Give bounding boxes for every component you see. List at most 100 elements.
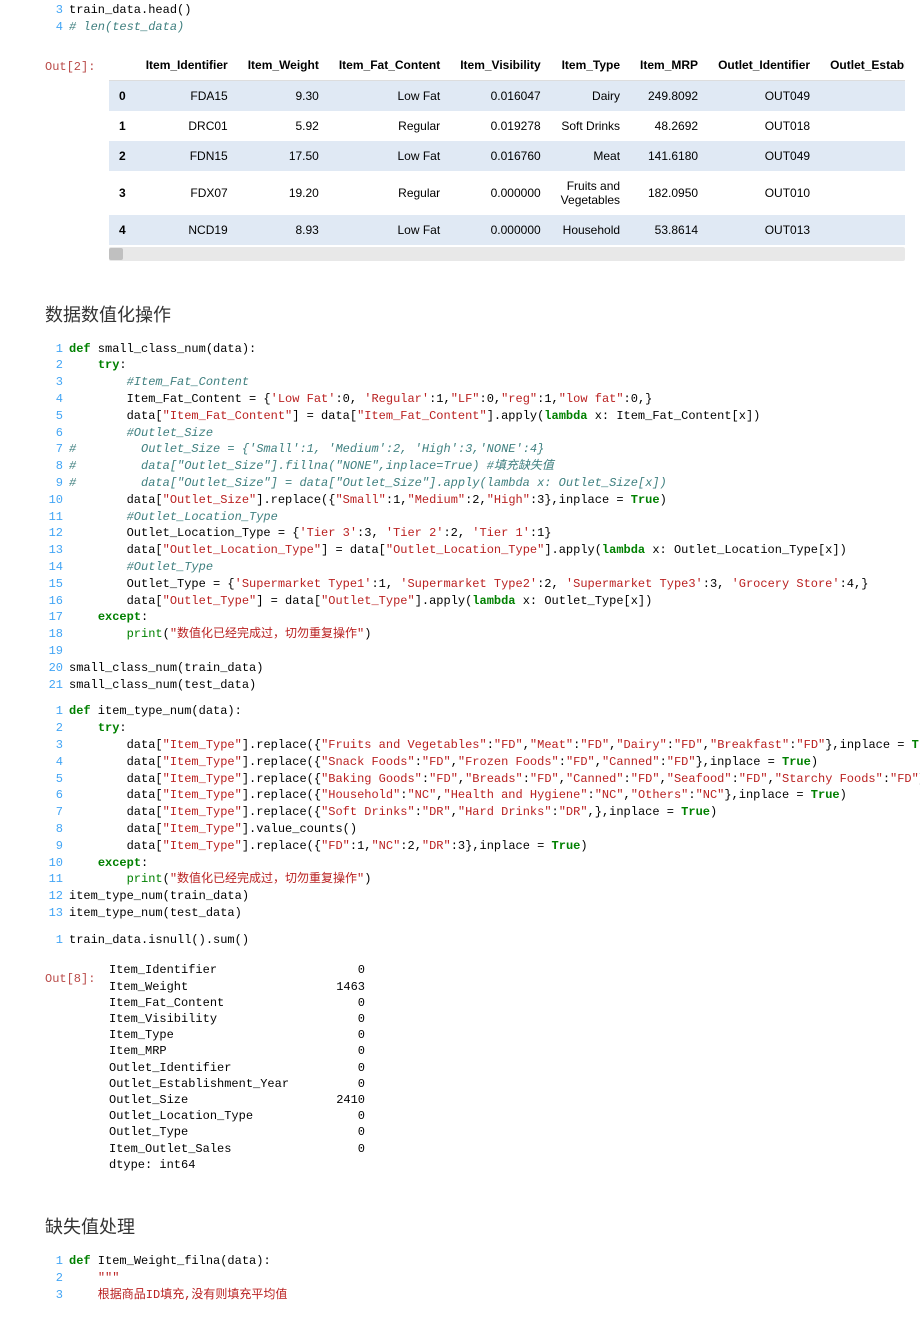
row-index: 4	[109, 215, 136, 245]
code-line: 6 #Outlet_Size	[45, 425, 905, 442]
line-number: 1	[45, 703, 63, 720]
code-line: 9 data["Item_Type"].replace({"FD":1,"NC"…	[45, 838, 905, 855]
line-number: 20	[45, 660, 63, 677]
line-number: 11	[45, 871, 63, 888]
code-line: 5 data["Item_Fat_Content"] = data["Item_…	[45, 408, 905, 425]
table-row: 1DRC015.92Regular0.019278Soft Drinks48.2…	[109, 111, 905, 141]
table-cell: FDX07	[136, 171, 238, 215]
line-number: 8	[45, 458, 63, 475]
table-cell: OUT010	[708, 171, 820, 215]
line-number: 3	[45, 2, 63, 19]
scrollbar-thumb[interactable]	[109, 248, 123, 260]
code-line: 12 Outlet_Location_Type = {'Tier 3':3, '…	[45, 525, 905, 542]
null-row: Item_Visibility0	[109, 1011, 905, 1027]
line-number: 4	[45, 391, 63, 408]
code-cell-3: 1def item_type_num(data):2 try:3 data["I…	[45, 703, 905, 921]
table-cell: 17.50	[238, 141, 329, 171]
table-cell: OUT049	[708, 80, 820, 111]
code-line: 20small_class_num(train_data)	[45, 660, 905, 677]
code-line: 7# Outlet_Size = {'Small':1, 'Medium':2,…	[45, 441, 905, 458]
table-cell: 53.8614	[630, 215, 708, 245]
null-row: Item_Weight1463	[109, 979, 905, 995]
line-number: 19	[45, 643, 63, 660]
table-cell: 1987	[820, 215, 905, 245]
code-line: 19	[45, 643, 905, 660]
line-number: 6	[45, 787, 63, 804]
line-number: 4	[45, 754, 63, 771]
table-row: 4NCD198.93Low Fat0.000000Household53.861…	[109, 215, 905, 245]
code-line: 6 data["Item_Type"].replace({"Household"…	[45, 787, 905, 804]
line-number: 2	[45, 357, 63, 374]
table-cell: 5.92	[238, 111, 329, 141]
line-number: 2	[45, 1270, 63, 1287]
line-number: 1	[45, 1253, 63, 1270]
table-cell: Dairy	[551, 80, 630, 111]
table-cell: Regular	[329, 171, 450, 215]
table-header	[109, 50, 136, 81]
table-cell: OUT049	[708, 141, 820, 171]
table-header: Item_MRP	[630, 50, 708, 81]
table-cell: OUT018	[708, 111, 820, 141]
code-line: 16 data["Outlet_Type"] = data["Outlet_Ty…	[45, 593, 905, 610]
line-number: 1	[45, 341, 63, 358]
horizontal-scrollbar[interactable]	[109, 247, 905, 261]
code-line: 10 except:	[45, 855, 905, 872]
code-cell-2: 1def small_class_num(data):2 try:3 #Item…	[45, 341, 905, 694]
code-line: 3train_data.head()	[45, 2, 905, 19]
table-cell: FDA15	[136, 80, 238, 111]
line-number: 9	[45, 475, 63, 492]
table-cell: 19.20	[238, 171, 329, 215]
table-cell: Soft Drinks	[551, 111, 630, 141]
code-line: 5 data["Item_Type"].replace({"Baking Goo…	[45, 771, 905, 788]
code-line: 18 print("数值化已经完成过，切勿重复操作")	[45, 626, 905, 643]
line-number: 12	[45, 525, 63, 542]
null-count-output: Item_Identifier0Item_Weight1463Item_Fat_…	[109, 962, 905, 1172]
table-cell: 2009	[820, 111, 905, 141]
code-line: 4# len(test_data)	[45, 19, 905, 36]
null-row: Outlet_Size2410	[109, 1092, 905, 1108]
line-number: 3	[45, 374, 63, 391]
code-line: 1train_data.isnull().sum()	[45, 932, 905, 949]
table-cell: 9.30	[238, 80, 329, 111]
table-cell: Household	[551, 215, 630, 245]
code-line: 2 try:	[45, 357, 905, 374]
code-line: 2 """	[45, 1270, 905, 1287]
output-8: Out[8]: Item_Identifier0Item_Weight1463I…	[45, 962, 905, 1172]
table-cell: Low Fat	[329, 80, 450, 111]
null-row: Item_Type0	[109, 1027, 905, 1043]
code-line: 3 data["Item_Type"].replace({"Fruits and…	[45, 737, 905, 754]
table-cell: 141.6180	[630, 141, 708, 171]
code-line: 2 try:	[45, 720, 905, 737]
code-cell-4: 1train_data.isnull().sum()	[45, 932, 905, 949]
table-header: Outlet_Establishment_Year	[820, 50, 905, 81]
line-number: 13	[45, 905, 63, 922]
null-row: Outlet_Location_Type0	[109, 1108, 905, 1124]
section-heading-numeric: 数据数值化操作	[45, 301, 905, 327]
table-header: Outlet_Identifier	[708, 50, 820, 81]
table-cell: 1999	[820, 80, 905, 111]
table-header: Item_Identifier	[136, 50, 238, 81]
table-cell: Regular	[329, 111, 450, 141]
table-cell: Meat	[551, 141, 630, 171]
null-row: Outlet_Type0	[109, 1124, 905, 1140]
line-number: 1	[45, 932, 63, 949]
code-line: 17 except:	[45, 609, 905, 626]
dataframe-table: Item_IdentifierItem_WeightItem_Fat_Conte…	[109, 50, 905, 245]
table-cell: 0.000000	[450, 215, 550, 245]
code-line: 11 print("数值化已经完成过，切勿重复操作")	[45, 871, 905, 888]
null-row: Item_Outlet_Sales0	[109, 1141, 905, 1157]
line-number: 3	[45, 737, 63, 754]
row-index: 2	[109, 141, 136, 171]
code-line: 21small_class_num(test_data)	[45, 677, 905, 694]
code-line: 1def small_class_num(data):	[45, 341, 905, 358]
code-line: 12item_type_num(train_data)	[45, 888, 905, 905]
code-line: 14 #Outlet_Type	[45, 559, 905, 576]
table-header: Item_Fat_Content	[329, 50, 450, 81]
code-line: 15 Outlet_Type = {'Supermarket Type1':1,…	[45, 576, 905, 593]
table-cell: 0.016760	[450, 141, 550, 171]
output-2: Out[2]: Item_IdentifierItem_WeightItem_F…	[45, 50, 905, 261]
code-cell-5: 1def Item_Weight_filna(data):2 """3 根据商品…	[45, 1253, 905, 1303]
line-number: 9	[45, 838, 63, 855]
line-number: 5	[45, 408, 63, 425]
table-cell: Low Fat	[329, 215, 450, 245]
